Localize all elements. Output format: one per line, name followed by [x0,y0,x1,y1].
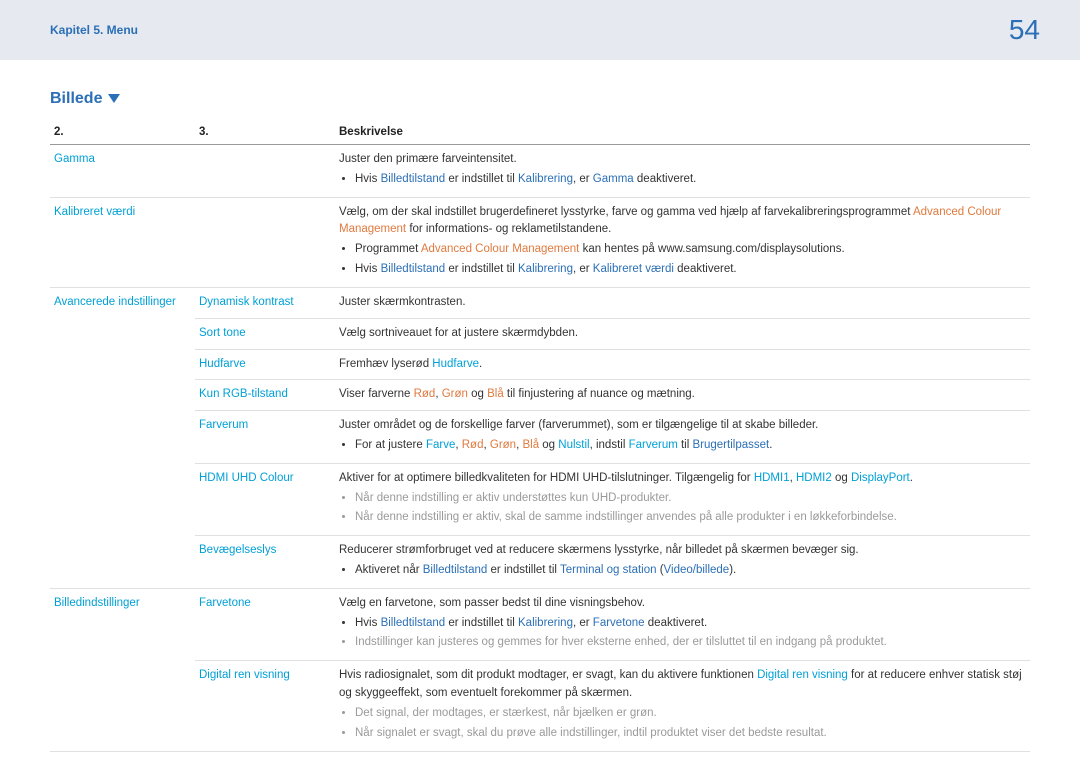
page-header: Kapitel 5. Menu 54 [0,0,1080,60]
setting-farvetone: Farvetone [199,597,251,609]
th-2: 3. [195,120,335,145]
bullet: Det signal, der modtages, er stærkest, n… [355,705,1024,723]
bullet: Aktiveret når Billedtilstand er indstill… [355,562,1024,580]
setting-kalibreret: Kalibreret værdi [54,206,135,218]
desc-text: Juster området og de forskellige farver … [339,417,1024,435]
table-header-row: 2. 3. Beskrivelse [50,120,1030,145]
setting-sort: Sort tone [199,327,246,339]
table-row: Hudfarve Fremhæv lyserød Hudfarve. [50,349,1030,380]
bullet: Hvis Billedtilstand er indstillet til Ka… [355,261,1024,279]
table-row: Gamma Juster den primære farveintensitet… [50,145,1030,198]
section-title: Billede [50,90,1030,108]
setting-farverum: Farverum [199,419,248,431]
table-row: HDMI UHD Colour Aktiver for at optimere … [50,463,1030,535]
table-row: Farverum Juster området og de forskellig… [50,411,1030,464]
desc-text: Viser farverne Rød, Grøn og Blå til finj… [335,380,1030,411]
desc-text: Reducerer strømforbruget ved at reducere… [339,542,1024,560]
bullet: Når denne indstilling er aktiv, skal de … [355,509,1024,527]
content-area: Billede 2. 3. Beskrivelse Gamma Juster d… [0,60,1080,772]
desc-text: Juster den primære farveintensitet. [339,151,1024,169]
bullet: Når signalet er svagt, skal du prøve all… [355,725,1024,743]
bullet: Programmet Advanced Colour Management ka… [355,241,1024,259]
setting-advanced: Avancerede indstillinger [54,296,176,308]
table-row: Avancerede indstillinger Dynamisk kontra… [50,287,1030,318]
desc-text: Vælg en farvetone, som passer bedst til … [339,595,1024,613]
section-title-text: Billede [50,90,102,108]
table-row: Kun RGB-tilstand Viser farverne Rød, Grø… [50,380,1030,411]
setting-uhd: HDMI UHD Colour [199,472,294,484]
page-number: 54 [1009,14,1040,46]
desc-text: Fremhæv lyserød Hudfarve. [335,349,1030,380]
table-row: Kalibreret værdi Vælg, om der skal indst… [50,197,1030,287]
setting-rgb: Kun RGB-tilstand [199,388,288,400]
chapter-label: Kapitel 5. Menu [50,23,138,37]
setting-bevaeg: Bevægelseslys [199,544,276,556]
th-3: Beskrivelse [335,120,1030,145]
table-row: Sort tone Vælg sortniveauet for at juste… [50,318,1030,349]
desc-text: Hvis radiosignalet, som dit produkt modt… [339,667,1024,703]
setting-billedind: Billedindstillinger [54,597,140,609]
desc-text: Vælg sortniveauet for at justere skærmdy… [335,318,1030,349]
bullet: Indstillinger kan justeres og gemmes for… [355,634,1024,652]
desc-text: Juster skærmkontrasten. [335,287,1030,318]
setting-gamma: Gamma [54,153,95,165]
settings-table: 2. 3. Beskrivelse Gamma Juster den primæ… [50,120,1030,752]
desc-text: Aktiver for at optimere billedkvaliteten… [339,470,1024,488]
setting-digital: Digital ren visning [199,669,290,681]
bullet: Når denne indstilling er aktiv understøt… [355,490,1024,508]
table-row: Billedindstillinger Farvetone Vælg en fa… [50,588,1030,660]
chevron-down-icon [108,94,120,104]
table-row: Digital ren visning Hvis radiosignalet, … [50,661,1030,751]
bullet: Hvis Billedtilstand er indstillet til Ka… [355,615,1024,633]
table-row: Bevægelseslys Reducerer strømforbruget v… [50,536,1030,589]
setting-hud: Hudfarve [199,358,246,370]
bullet: For at justere Farve, Rød, Grøn, Blå og … [355,437,1024,455]
desc-text: Vælg, om der skal indstillet brugerdefin… [339,204,1024,240]
th-1: 2. [50,120,195,145]
bullet: Hvis Billedtilstand er indstillet til Ka… [355,171,1024,189]
setting-dyn: Dynamisk kontrast [199,296,294,308]
